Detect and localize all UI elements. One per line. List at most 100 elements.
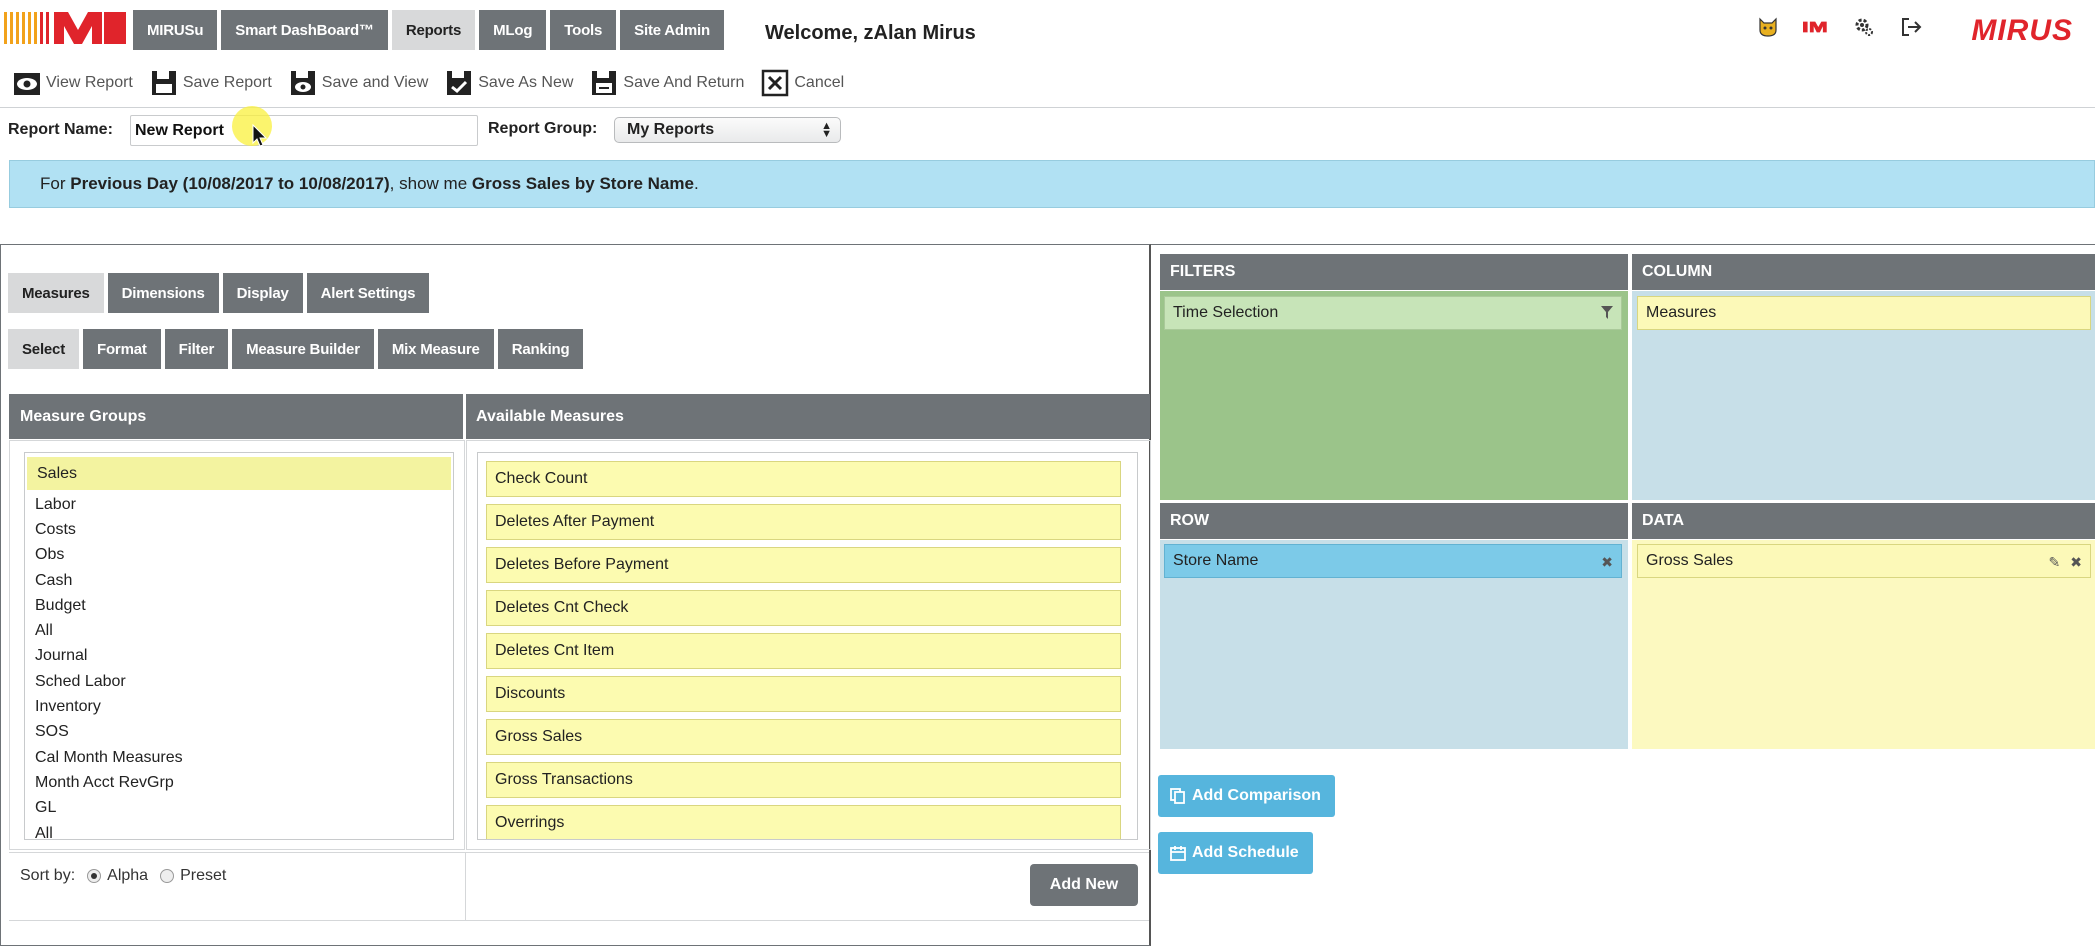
data-zone-header: DATA [1632, 503, 2095, 539]
nav-tab-tools[interactable]: Tools [550, 10, 617, 50]
measure-groups-list[interactable]: Sales Labor Costs Obs Cash Budget All Jo… [24, 452, 454, 840]
column-chip-label: Measures [1646, 304, 1717, 321]
measure-group-item[interactable]: Inventory [25, 694, 453, 719]
measure-item[interactable]: Overrings [486, 805, 1121, 839]
copy-icon [1170, 788, 1185, 804]
measure-group-item[interactable]: Costs [25, 517, 453, 542]
logout-icon[interactable] [1899, 14, 1925, 40]
remove-icon[interactable]: ✖ [2070, 554, 2082, 571]
report-summary-bar: For Previous Day (10/08/2017 to 10/08/20… [9, 160, 2095, 208]
right-panel-top-border [1151, 244, 2095, 245]
sort-label: Sort by: [20, 867, 76, 884]
tab-measures[interactable]: Measures [8, 273, 104, 313]
tab-mix-measure[interactable]: Mix Measure [377, 329, 494, 369]
measure-item[interactable]: Check Count [486, 461, 1121, 497]
summary-subject: Gross Sales by Store Name [471, 174, 694, 193]
sort-alpha-radio[interactable] [87, 869, 102, 883]
add-comparison-button[interactable]: Add Comparison [1158, 775, 1335, 817]
measure-group-item[interactable]: All [25, 821, 453, 840]
save-as-new-button[interactable]: Save As New [444, 68, 573, 98]
add-new-button[interactable]: Add New [1030, 864, 1138, 906]
available-measures-header: Available Measures [466, 394, 1150, 439]
save-and-return-label: Save And Return [623, 74, 745, 91]
pencil-icon[interactable]: ✎ [2049, 554, 2061, 571]
measure-group-item[interactable]: All [25, 618, 453, 643]
view-report-label: View Report [46, 74, 133, 91]
summary-suffix: . [693, 174, 699, 193]
tab-measure-builder[interactable]: Measure Builder [232, 329, 374, 369]
measure-group-item[interactable]: Sched Labor [25, 669, 453, 694]
summary-prefix: For [40, 174, 66, 193]
add-schedule-button[interactable]: Add Schedule [1158, 832, 1313, 874]
funnel-icon[interactable] [1601, 306, 1613, 319]
tab-alert-settings[interactable]: Alert Settings [306, 273, 430, 313]
measure-item[interactable]: Deletes Cnt Item [486, 633, 1121, 669]
measure-group-item[interactable]: Month Acct RevGrp [25, 770, 453, 795]
nav-tab-smart-dashboard[interactable]: Smart DashBoard™ [221, 10, 388, 50]
select-arrows-icon: ▲ ▼ [821, 120, 832, 140]
tab-select[interactable]: Select [8, 329, 79, 369]
data-chip-gross-sales[interactable]: Gross Sales ✎ ✖ [1637, 544, 2091, 578]
tab-format[interactable]: Format [83, 329, 161, 369]
cancel-button[interactable]: Cancel [760, 68, 844, 98]
measure-group-item[interactable]: Labor [25, 492, 453, 517]
nav-tab-site-admin[interactable]: Site Admin [620, 10, 724, 50]
tab-ranking[interactable]: Ranking [497, 329, 584, 369]
measure-group-item[interactable]: GL [25, 796, 453, 821]
data-chip-actions: ✎ ✖ [2049, 554, 2082, 571]
top-bar: MIRUSu Smart DashBoard™ Reports MLog Too… [0, 0, 2095, 60]
footer-vertical-divider [465, 852, 466, 920]
save-report-label: Save Report [182, 74, 272, 91]
tab-filter[interactable]: Filter [164, 329, 229, 369]
measure-item[interactable]: Discounts [486, 676, 1121, 712]
measure-group-item[interactable]: Budget [25, 593, 453, 618]
floppy-disk-icon [151, 71, 176, 95]
main-nav: MIRUSu Smart DashBoard™ Reports MLog Too… [133, 10, 724, 50]
top-icon-group [1755, 14, 1925, 40]
save-view-icon [290, 71, 315, 95]
measure-group-item-selected[interactable]: Sales [27, 457, 451, 490]
report-group-select[interactable]: My Reports ▲ ▼ [614, 117, 841, 143]
sort-preset-radio[interactable] [160, 869, 175, 883]
calendar-icon [1170, 846, 1186, 861]
measure-item[interactable]: Deletes After Payment [486, 504, 1121, 540]
mirus-logo-icon[interactable] [4, 8, 128, 48]
available-measures-list[interactable]: Check Count Deletes After Payment Delete… [477, 452, 1138, 840]
remove-icon[interactable]: ✖ [1601, 554, 1613, 571]
measure-group-item[interactable]: Obs [25, 543, 453, 568]
nav-tab-reports[interactable]: Reports [391, 10, 476, 50]
column-chip-measures[interactable]: Measures [1637, 296, 2091, 330]
measure-group-item[interactable]: Journal [25, 644, 453, 669]
brand-logo[interactable]: MIRUS [1971, 14, 2073, 48]
data-chip-label: Gross Sales [1646, 552, 1734, 569]
view-report-button[interactable]: View Report [12, 68, 133, 98]
welcome-message: Welcome, zAlan Mirus [765, 22, 976, 44]
measure-item[interactable]: Gross Sales [486, 719, 1121, 755]
measure-groups-header: Measure Groups [9, 394, 463, 439]
tab-dimensions[interactable]: Dimensions [107, 273, 219, 313]
measure-group-item[interactable]: Cash [25, 568, 453, 593]
eye-icon [14, 73, 40, 95]
filter-chip-time-selection[interactable]: Time Selection [1164, 296, 1622, 330]
measure-item[interactable]: Gross Transactions [486, 762, 1121, 798]
report-group-label: Report Group: [488, 120, 598, 137]
row-chip-store-name[interactable]: Store Name ✖ [1164, 544, 1622, 578]
save-report-button[interactable]: Save Report [149, 68, 272, 98]
measure-item[interactable]: Deletes Before Payment [486, 547, 1121, 583]
im-logo-icon[interactable] [1803, 14, 1829, 40]
cat-icon[interactable] [1755, 14, 1781, 40]
mouse-cursor-icon [252, 124, 268, 147]
report-name-input[interactable] [130, 115, 478, 146]
tab-display[interactable]: Display [222, 273, 303, 313]
save-check-icon [447, 71, 472, 95]
measure-item[interactable]: Deletes Cnt Check [486, 590, 1121, 626]
nav-tab-mlog[interactable]: MLog [479, 10, 547, 50]
nav-tab-mirusu[interactable]: MIRUSu [133, 10, 218, 50]
measure-group-item[interactable]: Cal Month Measures [25, 745, 453, 770]
measure-group-item[interactable]: SOS [25, 720, 453, 745]
save-and-return-button[interactable]: Save And Return [589, 68, 744, 98]
gear-icon[interactable] [1851, 14, 1877, 40]
cancel-label: Cancel [794, 74, 845, 91]
column-zone-header: COLUMN [1632, 254, 2095, 290]
save-and-view-button[interactable]: Save and View [288, 68, 428, 98]
